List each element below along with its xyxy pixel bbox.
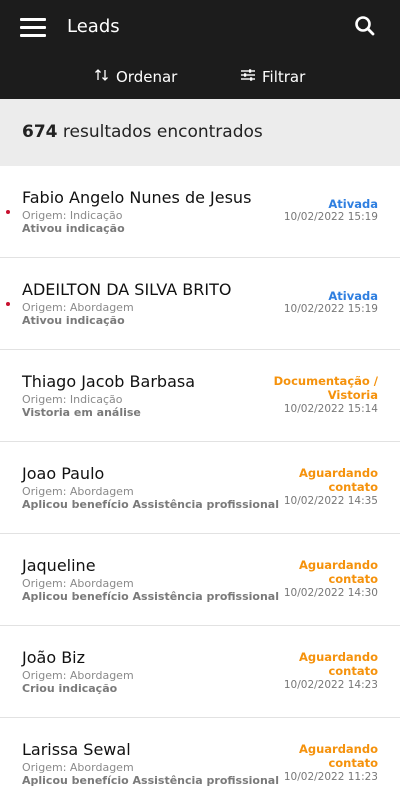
unread-indicator xyxy=(6,210,10,214)
lead-date: 10/02/2022 15:19 xyxy=(283,211,378,223)
app-bar: Leads Ordenar Filtrar xyxy=(0,0,400,99)
lead-action: Aplicou benefício Assistência profission… xyxy=(22,590,280,603)
results-label: resultados encontrados xyxy=(62,122,263,142)
lead-date: 10/02/2022 11:23 xyxy=(283,771,378,783)
results-count: 674 xyxy=(22,122,58,142)
sort-button[interactable]: Ordenar xyxy=(94,62,177,92)
lead-date: 10/02/2022 15:14 xyxy=(283,403,378,415)
lead-name: Jaqueline xyxy=(22,556,96,575)
lead-name: João Biz xyxy=(22,648,86,667)
lead-action: Vistoria em análise xyxy=(22,406,141,419)
status-badge: Aguardando contato xyxy=(258,558,378,586)
lead-date: 10/02/2022 14:23 xyxy=(283,679,378,691)
lead-name: Thiago Jacob Barbasa xyxy=(22,372,196,391)
lead-origin: Origem: Abordagem xyxy=(22,485,134,498)
lead-origin: Origem: Abordagem xyxy=(22,301,134,314)
lead-origin: Origem: Abordagem xyxy=(22,577,134,590)
status-line-1: Aguardando xyxy=(298,742,378,756)
lead-action: Ativou indicação xyxy=(22,314,125,327)
lead-row[interactable]: Larissa Sewal Origem: Abordagem Aplicou … xyxy=(0,718,400,800)
lead-origin: Origem: Indicação xyxy=(22,209,123,222)
filter-sliders-icon xyxy=(240,68,262,86)
lead-action: Aplicou benefício Assistência profission… xyxy=(22,498,280,511)
status-badge: Aguardando contato xyxy=(258,650,378,678)
lead-name: Fabio Angelo Nunes de Jesus xyxy=(22,188,252,207)
lead-row[interactable]: Joao Paulo Origem: Abordagem Aplicou ben… xyxy=(0,442,400,534)
status-line-1: Documentação / xyxy=(273,374,378,388)
lead-origin: Origem: Abordagem xyxy=(22,761,134,774)
status-badge: Documentação / Vistoria xyxy=(258,374,378,402)
lead-row[interactable]: Jaqueline Origem: Abordagem Aplicou bene… xyxy=(0,534,400,626)
leads-list: Fabio Angelo Nunes de Jesus Origem: Indi… xyxy=(0,166,400,800)
lead-action: Aplicou benefício Assistência profission… xyxy=(22,774,280,787)
status-badge: Ativada xyxy=(328,289,378,303)
lead-row[interactable]: João Biz Origem: Abordagem Criou indicaç… xyxy=(0,626,400,718)
status-line-2: contato xyxy=(328,756,378,770)
lead-origin: Origem: Indicação xyxy=(22,393,123,406)
lead-row[interactable]: ADEILTON DA SILVA BRITO Origem: Abordage… xyxy=(0,258,400,350)
status-line-1: Aguardando xyxy=(298,650,378,664)
lead-action: Ativou indicação xyxy=(22,222,125,235)
results-summary: 674 resultados encontrados xyxy=(0,99,400,166)
sort-icon xyxy=(94,68,116,86)
status-line-2: contato xyxy=(328,664,378,678)
toolbar-actions: Ordenar Filtrar xyxy=(0,62,400,92)
lead-name: Joao Paulo xyxy=(22,464,105,483)
status-badge: Aguardando contato xyxy=(258,466,378,494)
status-line-2: contato xyxy=(328,480,378,494)
search-icon[interactable] xyxy=(354,15,376,37)
status-badge: Aguardando contato xyxy=(258,742,378,770)
unread-indicator xyxy=(6,302,10,306)
filter-label: Filtrar xyxy=(262,68,306,86)
lead-row[interactable]: Fabio Angelo Nunes de Jesus Origem: Indi… xyxy=(0,166,400,258)
lead-row[interactable]: Thiago Jacob Barbasa Origem: Indicação V… xyxy=(0,350,400,442)
lead-origin: Origem: Abordagem xyxy=(22,669,134,682)
lead-name: Larissa Sewal xyxy=(22,740,131,759)
hamburger-menu-icon[interactable] xyxy=(20,17,46,37)
sort-label: Ordenar xyxy=(116,68,178,86)
status-badge: Ativada xyxy=(328,197,378,211)
status-line-2: contato xyxy=(328,572,378,586)
lead-date: 10/02/2022 14:35 xyxy=(283,495,378,507)
lead-date: 10/02/2022 14:30 xyxy=(283,587,378,599)
lead-date: 10/02/2022 15:19 xyxy=(283,303,378,315)
status-line-1: Aguardando xyxy=(298,558,378,572)
lead-name: ADEILTON DA SILVA BRITO xyxy=(22,280,232,299)
lead-action: Criou indicação xyxy=(22,682,118,695)
status-line-2: Vistoria xyxy=(327,388,378,402)
filter-button[interactable]: Filtrar xyxy=(240,62,305,92)
page-title: Leads xyxy=(67,16,120,37)
status-line-1: Aguardando xyxy=(298,466,378,480)
results-count-text: 674 resultados encontrados xyxy=(22,121,263,143)
